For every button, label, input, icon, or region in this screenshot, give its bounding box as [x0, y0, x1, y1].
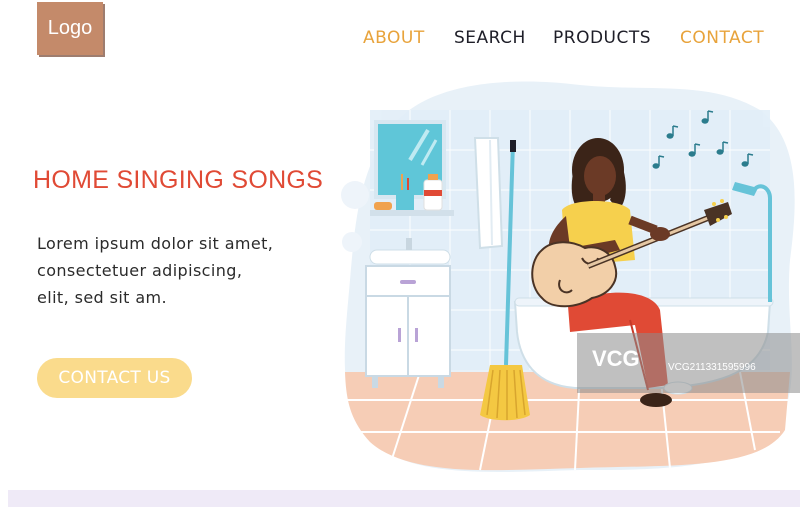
- contact-us-button[interactable]: CONTACT US: [37, 358, 192, 398]
- watermark-id: VCG211331595996: [668, 362, 756, 373]
- bathroom-shelf: [370, 210, 454, 216]
- hero-description-line: consectetuer adipiscing,: [37, 261, 243, 280]
- sink-cabinet-icon: [365, 238, 451, 388]
- nav-search[interactable]: SEARCH: [454, 28, 526, 50]
- hero-title: HOME SINGING SONGS: [33, 166, 324, 194]
- hero-description-line: Lorem ipsum dolor sit amet,: [37, 234, 274, 253]
- bathroom-guitar-illustration: [341, 81, 795, 472]
- towel-icon: [473, 137, 504, 250]
- soap-bar: [374, 202, 392, 210]
- page-bottom-band: [8, 490, 800, 507]
- nav-contact[interactable]: CONTACT: [680, 28, 764, 50]
- decor-bubble: [342, 232, 362, 252]
- logo[interactable]: Logo: [37, 2, 103, 55]
- nav-products[interactable]: PRODUCTS: [553, 28, 651, 50]
- hero-description: Lorem ipsum dolor sit amet, consectetuer…: [37, 230, 337, 311]
- hero-description-line: elit, sed sit am.: [37, 288, 168, 307]
- decor-bubble: [341, 181, 369, 209]
- shelf-cup: [396, 188, 414, 210]
- watermark-logo: VCG: [592, 346, 640, 371]
- nav-about[interactable]: ABOUT: [363, 28, 425, 50]
